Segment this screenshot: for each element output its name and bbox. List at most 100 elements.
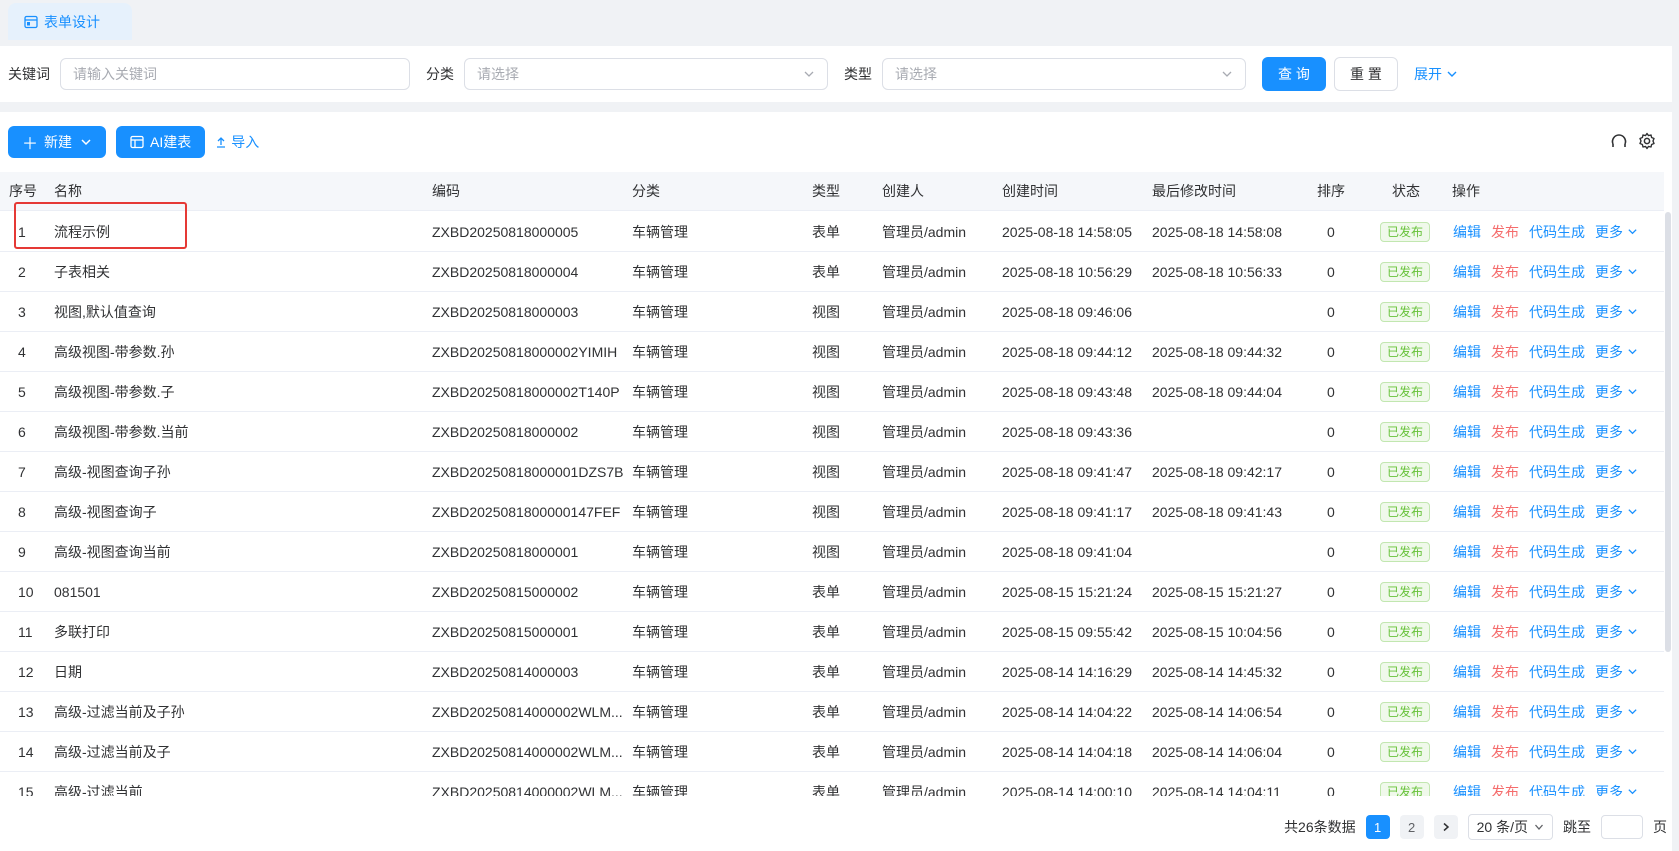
cell-index: 2 [18,263,26,280]
edit-link[interactable]: 编辑 [1453,422,1481,442]
more-dropdown[interactable]: 更多 [1595,542,1638,562]
codegen-link[interactable]: 代码生成 [1529,622,1585,642]
edit-link[interactable]: 编辑 [1453,702,1481,722]
type-select[interactable]: 请选择 [882,58,1246,90]
table-row[interactable]: 3 视图,默认值查询 ZXBD20250818000003 车辆管理 视图 管理员/adm… [0,292,1664,332]
codegen-link[interactable]: 代码生成 [1529,782,1585,797]
codegen-link[interactable]: 代码生成 [1529,702,1585,722]
settings-gear-icon[interactable] [1638,132,1656,150]
more-dropdown[interactable]: 更多 [1595,782,1638,796]
table-row[interactable]: 9 高级-视图查询当前 ZXBD20250818000001 车辆管理 视图 管理员/ad… [0,532,1664,572]
ai-create-button[interactable]: AI建表 [116,126,206,158]
table-row[interactable]: 1 流程示例 ZXBD20250818000005 车辆管理 表单 管理员/admin 20… [0,212,1664,252]
page-1-button[interactable]: 1 [1365,815,1390,839]
more-dropdown[interactable]: 更多 [1595,302,1638,322]
publish-link[interactable]: 发布 [1491,302,1519,322]
edit-link[interactable]: 编辑 [1453,382,1481,402]
reset-button[interactable]: 重 置 [1334,57,1398,91]
publish-link[interactable]: 发布 [1491,342,1519,362]
edit-link[interactable]: 编辑 [1453,662,1481,682]
more-dropdown[interactable]: 更多 [1595,262,1638,282]
more-dropdown[interactable]: 更多 [1595,582,1638,602]
more-dropdown[interactable]: 更多 [1595,622,1638,642]
cell-status: 已发布 [1380,492,1431,531]
table-scrollbar[interactable] [1665,212,1671,652]
publish-link[interactable]: 发布 [1491,742,1519,762]
table-row[interactable]: 15 高级-过滤当前 ZXBD20250814000002WLM... 车辆管理 表单 管… [0,772,1664,796]
table-row[interactable]: 5 高级视图-带参数.子 ZXBD20250818000002T140P 车辆管理 视图… [0,372,1664,412]
codegen-link[interactable]: 代码生成 [1529,342,1585,362]
expand-toggle[interactable]: 展开 [1414,64,1458,84]
edit-link[interactable]: 编辑 [1453,342,1481,362]
refresh-icon[interactable] [1610,132,1628,150]
more-dropdown[interactable]: 更多 [1595,702,1638,722]
codegen-link[interactable]: 代码生成 [1529,382,1585,402]
codegen-link[interactable]: 代码生成 [1529,422,1585,442]
page-size-select[interactable]: 20 条/页 [1467,814,1553,840]
publish-link[interactable]: 发布 [1491,542,1519,562]
publish-link[interactable]: 发布 [1491,222,1519,242]
codegen-link[interactable]: 代码生成 [1529,462,1585,482]
cell-actions: 编辑 发布 代码生成 更多 [1453,372,1648,411]
codegen-link[interactable]: 代码生成 [1529,542,1585,562]
publish-link[interactable]: 发布 [1491,382,1519,402]
more-dropdown[interactable]: 更多 [1595,662,1638,682]
chevron-down-icon [1535,824,1543,830]
more-dropdown[interactable]: 更多 [1595,502,1638,522]
publish-link[interactable]: 发布 [1491,702,1519,722]
codegen-link[interactable]: 代码生成 [1529,302,1585,322]
codegen-link[interactable]: 代码生成 [1529,742,1585,762]
table-row[interactable]: 12 日期 ZXBD20250814000003 车辆管理 表单 管理员/admin 202… [0,652,1664,692]
new-button[interactable]: ＋ 新建 [8,126,107,158]
publish-link[interactable]: 发布 [1491,262,1519,282]
tab-form-design[interactable]: 表单设计 [8,3,132,40]
next-page-button[interactable] [1433,815,1458,839]
codegen-link-label: 代码生成 [1529,783,1585,797]
keyword-input[interactable]: 请输入关键词 [60,58,410,90]
more-dropdown[interactable]: 更多 [1595,382,1638,402]
table-row[interactable]: 2 子表相关 ZXBD20250818000004 车辆管理 表单 管理员/admin 20… [0,252,1664,292]
codegen-link[interactable]: 代码生成 [1529,222,1585,242]
table-row[interactable]: 6 高级视图-带参数.当前 ZXBD20250818000002 车辆管理 视图 管理员/… [0,412,1664,452]
cell-actions: 编辑 发布 代码生成 更多 [1453,572,1648,611]
table-row[interactable]: 10 081501 ZXBD20250815000002 车辆管理 表单 管理员/admi… [0,572,1664,612]
edit-link[interactable]: 编辑 [1453,622,1481,642]
table-row[interactable]: 4 高级视图-带参数.孙 ZXBD20250818000002YIMIH 车辆管理 视图… [0,332,1664,372]
publish-link[interactable]: 发布 [1491,422,1519,442]
edit-link[interactable]: 编辑 [1453,542,1481,562]
edit-link[interactable]: 编辑 [1453,262,1481,282]
edit-link[interactable]: 编辑 [1453,782,1481,797]
more-dropdown[interactable]: 更多 [1595,342,1638,362]
more-dropdown[interactable]: 更多 [1595,222,1638,242]
edit-link[interactable]: 编辑 [1453,742,1481,762]
edit-link[interactable]: 编辑 [1453,462,1481,482]
codegen-link[interactable]: 代码生成 [1529,502,1585,522]
edit-link[interactable]: 编辑 [1453,302,1481,322]
codegen-link[interactable]: 代码生成 [1529,662,1585,682]
codegen-link[interactable]: 代码生成 [1529,262,1585,282]
edit-link[interactable]: 编辑 [1453,222,1481,242]
codegen-link[interactable]: 代码生成 [1529,582,1585,602]
edit-link[interactable]: 编辑 [1453,582,1481,602]
publish-link[interactable]: 发布 [1491,622,1519,642]
page-2-button[interactable]: 2 [1399,815,1424,839]
category-select[interactable]: 请选择 [464,58,828,90]
more-dropdown[interactable]: 更多 [1595,742,1638,762]
table-row[interactable]: 11 多联打印 ZXBD20250815000001 车辆管理 表单 管理员/admin 2… [0,612,1664,652]
publish-link[interactable]: 发布 [1491,582,1519,602]
table-row[interactable]: 8 高级-视图查询子 ZXBD2025081800000147FEF 车辆管理 视图 管理… [0,492,1664,532]
import-link[interactable]: 导入 [215,132,259,152]
query-button[interactable]: 查 询 [1262,57,1326,91]
table-row[interactable]: 14 高级-过滤当前及子 ZXBD20250814000002WLM... 车辆管理 表… [0,732,1664,772]
edit-link[interactable]: 编辑 [1453,502,1481,522]
page-jump-input[interactable] [1601,815,1643,839]
publish-link[interactable]: 发布 [1491,462,1519,482]
table-row[interactable]: 7 高级-视图查询子孙 ZXBD20250818000001DZS7B 车辆管理 视图 管… [0,452,1664,492]
more-dropdown[interactable]: 更多 [1595,422,1638,442]
more-dropdown[interactable]: 更多 [1595,462,1638,482]
table-row[interactable]: 13 高级-过滤当前及子孙 ZXBD20250814000002WLM... 车辆管理… [0,692,1664,732]
publish-link[interactable]: 发布 [1491,782,1519,797]
publish-link[interactable]: 发布 [1491,502,1519,522]
chevron-down-icon [1628,388,1637,394]
publish-link[interactable]: 发布 [1491,662,1519,682]
